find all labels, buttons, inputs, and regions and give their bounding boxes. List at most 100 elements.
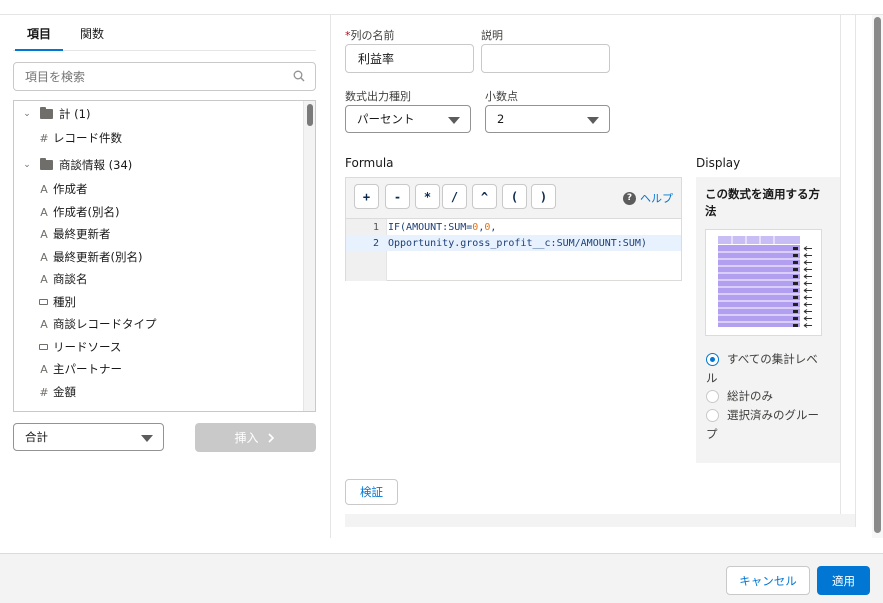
tree-item[interactable]: # 金額 bbox=[38, 382, 76, 402]
formula-code-area[interactable]: 1 IF(AMOUNT:SUM=0,0, 2 Opportunity.gross… bbox=[346, 218, 681, 281]
line-number: 1 bbox=[372, 221, 379, 233]
search-icon bbox=[293, 70, 305, 82]
modal-footer: キャンセル 適用 bbox=[0, 553, 883, 603]
chevron-right-icon bbox=[267, 432, 274, 443]
tree-item[interactable]: A 主パートナー bbox=[38, 359, 122, 379]
chevron-down-icon[interactable]: ⌄ bbox=[22, 160, 32, 170]
output-type-select[interactable]: パーセント bbox=[345, 105, 471, 133]
tree-item[interactable]: # レコード件数 bbox=[38, 128, 122, 148]
insert-button[interactable]: 挿入 bbox=[195, 423, 316, 452]
tree-item-label: 作成者(別名) bbox=[53, 205, 120, 219]
tab-fields[interactable]: 項目 bbox=[15, 25, 64, 51]
tree-item[interactable]: A 最終更新者(別名) bbox=[38, 247, 142, 267]
tree-item[interactable]: A 商談名 bbox=[38, 269, 87, 289]
code-line[interactable]: 1 IF(AMOUNT:SUM=0,0, bbox=[346, 219, 681, 235]
radio-grand-total-only[interactable]: 総計のみ bbox=[706, 387, 824, 406]
folder-icon bbox=[40, 107, 53, 119]
tree-item[interactable]: A 商談レコードタイプ bbox=[38, 314, 156, 334]
radio-button-selected[interactable] bbox=[706, 353, 719, 366]
tree-group-opportunity[interactable]: ⌄ 商談情報 (34) bbox=[22, 155, 132, 175]
content-edge bbox=[840, 15, 841, 514]
display-label: Display bbox=[696, 156, 741, 170]
operator-plus-button[interactable]: + bbox=[354, 184, 379, 209]
description-field[interactable] bbox=[481, 44, 610, 73]
page-scrollbar[interactable] bbox=[872, 15, 883, 538]
operator-close-paren-button[interactable]: ) bbox=[531, 184, 556, 209]
output-type-label: 数式出力種別 bbox=[345, 90, 411, 103]
tree-item-label: 最終更新者 bbox=[53, 227, 111, 241]
code-text: Opportunity.gross_profit__c:SUM/AMOUNT:S… bbox=[388, 237, 647, 249]
field-search[interactable] bbox=[13, 62, 316, 91]
column-name-label: *列の名前 bbox=[345, 29, 395, 42]
tree-group-label: 計 (1) bbox=[59, 107, 91, 121]
dropdown-arrow-icon bbox=[587, 117, 599, 124]
tree-item[interactable]: A 作成者(別名) bbox=[38, 202, 119, 222]
operator-power-button[interactable]: ^ bbox=[472, 184, 497, 209]
scrollbar-thumb[interactable] bbox=[874, 17, 881, 533]
tree-item-label: リードソース bbox=[53, 340, 122, 354]
text-type-icon: A bbox=[40, 182, 48, 196]
tree-group-totals[interactable]: ⌄ 計 (1) bbox=[22, 104, 90, 124]
apply-button[interactable]: 適用 bbox=[817, 566, 870, 595]
text-type-icon: A bbox=[40, 272, 48, 286]
radio-label: 総計のみ bbox=[727, 389, 773, 403]
display-panel: この数式を適用する方法 すべての集計レベル 総計のみ 選択済みのグループ bbox=[696, 177, 840, 463]
decimals-select[interactable]: 2 bbox=[485, 105, 610, 133]
scrollbar-thumb[interactable] bbox=[307, 104, 313, 126]
operator-multiply-button[interactable]: * bbox=[415, 184, 440, 209]
scroll-shelf bbox=[345, 514, 855, 527]
tree-item-label: 種別 bbox=[53, 295, 76, 309]
text-type-icon: A bbox=[40, 205, 48, 219]
insert-button-label: 挿入 bbox=[234, 431, 259, 445]
tree-item[interactable]: 種別 bbox=[38, 292, 76, 312]
formula-editor: + - * / ^ ( ) ? ヘルプ 1 IF(AMOUNT:SUM=0,0,… bbox=[345, 177, 682, 281]
radio-button[interactable] bbox=[706, 390, 719, 403]
dropdown-arrow-icon bbox=[141, 435, 153, 442]
tree-item-label: 主パートナー bbox=[53, 362, 122, 376]
radio-all-levels[interactable]: すべての集計レベル bbox=[706, 350, 824, 388]
tree-scrollbar[interactable] bbox=[303, 101, 315, 411]
tree-item[interactable]: A 最終更新者 bbox=[38, 224, 111, 244]
description-label: 説明 bbox=[481, 29, 503, 42]
number-type-icon: # bbox=[39, 385, 49, 399]
decimals-label: 小数点 bbox=[485, 90, 518, 103]
cancel-button[interactable]: キャンセル bbox=[726, 566, 810, 595]
operator-open-paren-button[interactable]: ( bbox=[502, 184, 527, 209]
column-name-field[interactable]: 利益率 bbox=[345, 44, 474, 73]
tab-bar: 項目 関数 bbox=[13, 18, 316, 51]
number-type-icon: # bbox=[39, 131, 49, 145]
tree-item[interactable]: リードソース bbox=[38, 337, 121, 357]
verify-button[interactable]: 検証 bbox=[345, 479, 398, 505]
decimals-value: 2 bbox=[497, 112, 505, 126]
tree-item-label: レコード件数 bbox=[53, 131, 122, 145]
folder-icon bbox=[40, 158, 53, 170]
help-icon: ? bbox=[623, 191, 636, 205]
help-link[interactable]: ? ヘルプ bbox=[623, 190, 673, 206]
radio-selected-groups[interactable]: 選択済みのグループ bbox=[706, 406, 824, 444]
field-tree[interactable]: ⌄ 計 (1) # レコード件数 ⌄ 商談情報 (34) A 作成者 A 作成者(別… bbox=[13, 100, 316, 412]
table-illustration-icon bbox=[718, 236, 812, 328]
tab-functions[interactable]: 関数 bbox=[68, 25, 116, 51]
aggregate-select-value: 合計 bbox=[25, 430, 48, 444]
operator-minus-button[interactable]: - bbox=[385, 184, 410, 209]
tree-item-label: 最終更新者(別名) bbox=[53, 250, 143, 264]
aggregate-select[interactable]: 合計 bbox=[13, 423, 164, 451]
code-text: IF(AMOUNT:SUM=0,0, bbox=[388, 221, 497, 233]
text-type-icon: A bbox=[40, 227, 48, 241]
operator-divide-button[interactable]: / bbox=[442, 184, 467, 209]
tree-group-label: 商談情報 (34) bbox=[59, 158, 133, 172]
picklist-type-icon bbox=[39, 344, 48, 350]
help-label: ヘルプ bbox=[640, 192, 673, 205]
text-type-icon: A bbox=[40, 250, 48, 264]
chevron-down-icon[interactable]: ⌄ bbox=[22, 109, 32, 119]
summary-level-illustration bbox=[705, 229, 822, 336]
tree-item-label: 金額 bbox=[53, 385, 76, 399]
code-line-active[interactable]: 2 Opportunity.gross_profit__c:SUM/AMOUNT… bbox=[346, 235, 681, 251]
radio-button[interactable] bbox=[706, 409, 719, 422]
tree-item-label: 作成者 bbox=[53, 182, 88, 196]
line-number: 2 bbox=[372, 237, 379, 249]
tree-item[interactable]: A 作成者 bbox=[38, 179, 88, 199]
search-input[interactable] bbox=[14, 63, 274, 90]
content-edge bbox=[855, 15, 856, 527]
output-type-value: パーセント bbox=[357, 112, 415, 126]
